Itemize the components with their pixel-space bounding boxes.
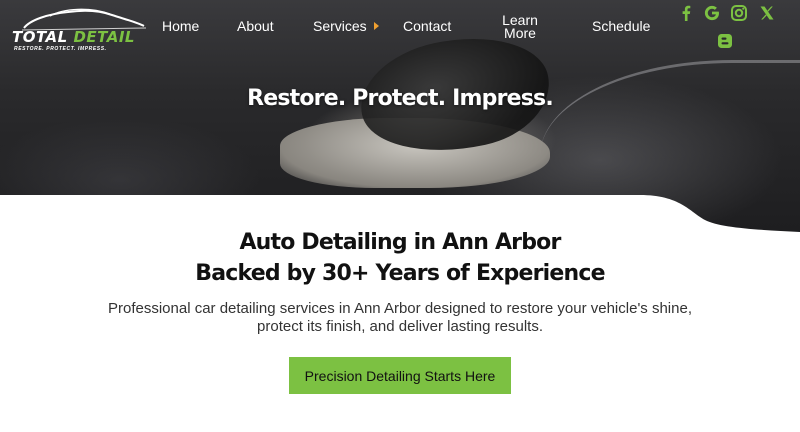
- nav-services[interactable]: Services: [313, 19, 367, 33]
- nav-home[interactable]: Home: [162, 19, 199, 33]
- services-dropdown-arrow-icon[interactable]: [374, 22, 379, 30]
- hero-title: Restore. Protect. Impress.: [247, 86, 554, 111]
- nav-learn-more[interactable]: Learn More: [500, 13, 540, 41]
- facebook-icon[interactable]: [677, 4, 695, 22]
- page-description: Professional car detailing services in A…: [100, 300, 700, 336]
- instagram-icon[interactable]: [730, 4, 748, 22]
- description-line2: protect its finish, and deliver lasting …: [257, 318, 543, 335]
- site-logo[interactable]: TOTAL DETAIL RESTORE. PROTECT. IMPRESS.: [8, 6, 150, 52]
- google-icon[interactable]: [703, 4, 721, 22]
- cta-button[interactable]: Precision Detailing Starts Here: [289, 357, 511, 394]
- description-line1: Professional car detailing services in A…: [107, 300, 692, 317]
- blogger-icon[interactable]: [716, 32, 734, 50]
- nav-about[interactable]: About: [237, 19, 274, 33]
- nav-contact[interactable]: Contact: [403, 19, 451, 33]
- logo-tagline: RESTORE. PROTECT. IMPRESS.: [14, 46, 107, 52]
- nav-learn-more-line2: More: [504, 25, 536, 41]
- logo-word-total: TOTAL: [12, 28, 68, 46]
- logo-word-detail: DETAIL: [73, 28, 135, 46]
- page-heading-line1: Auto Detailing in Ann Arbor: [239, 230, 561, 255]
- x-icon[interactable]: [758, 4, 776, 22]
- nav-schedule[interactable]: Schedule: [592, 19, 650, 33]
- page-heading-line2: Backed by 30+ Years of Experience: [195, 261, 605, 286]
- logo-wordmark: TOTAL DETAIL: [12, 28, 135, 46]
